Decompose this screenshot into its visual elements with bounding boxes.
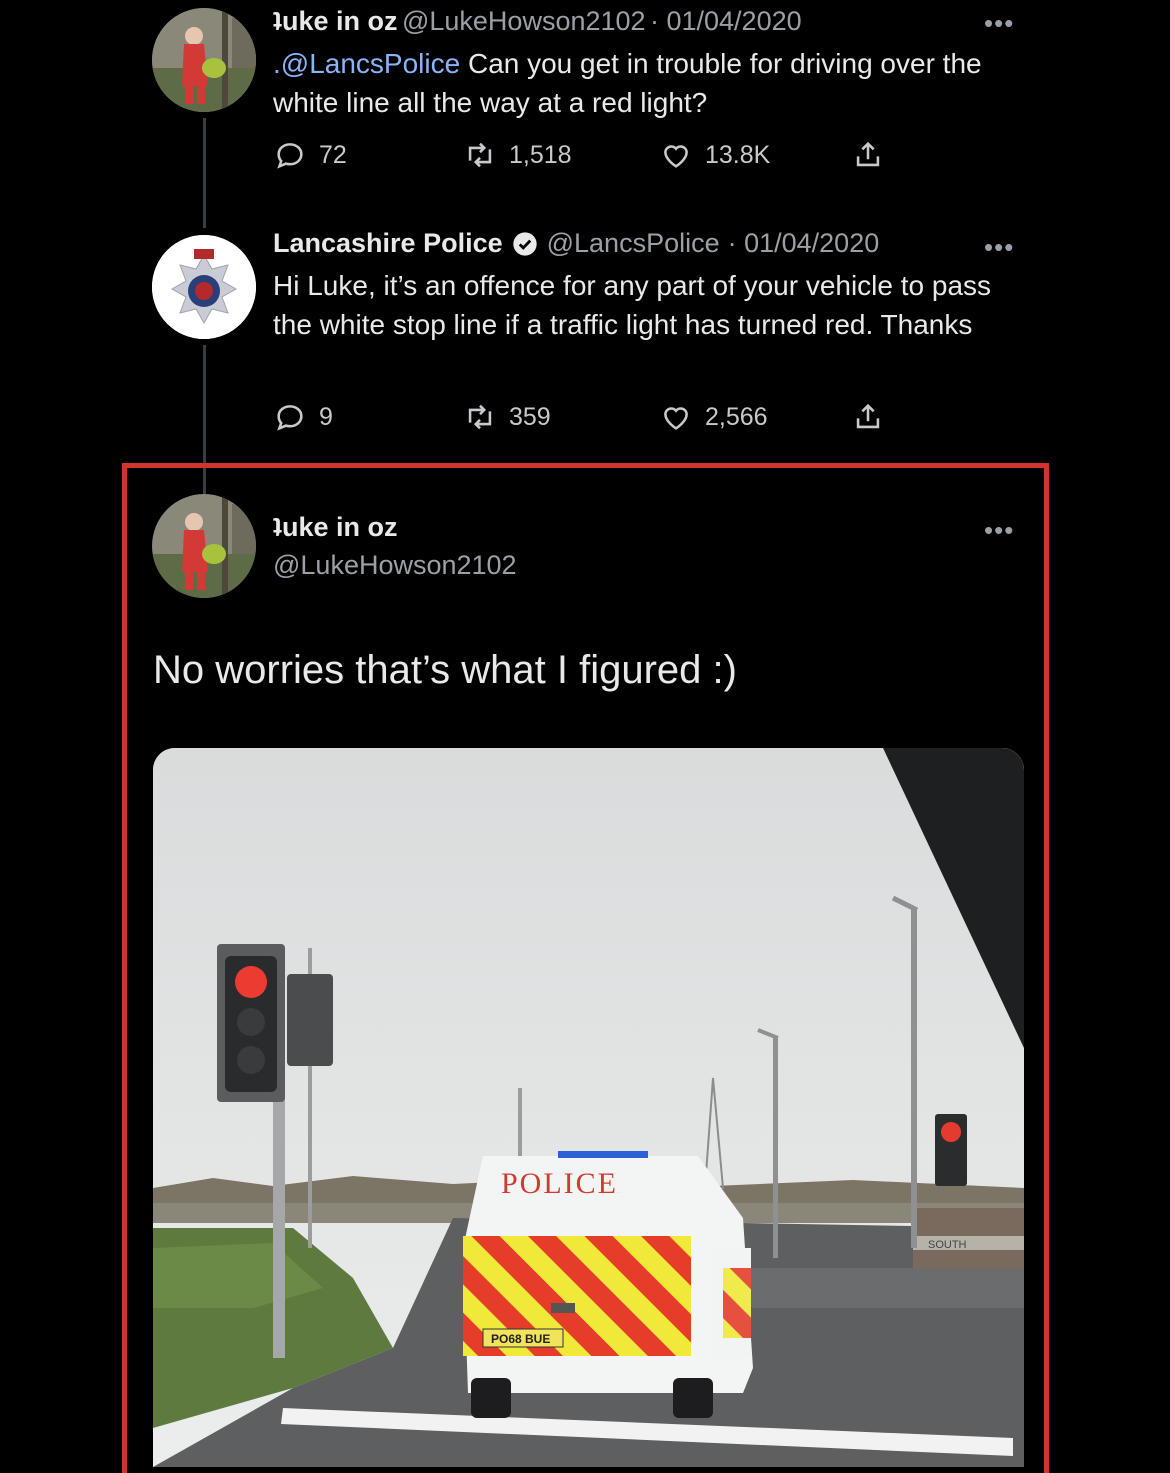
retweet-count: 1,518 [509, 140, 572, 169]
timestamp[interactable]: · 01/04/2020 [728, 228, 880, 259]
reply-button[interactable]: 9 [273, 400, 333, 434]
share-button[interactable] [851, 400, 885, 434]
retweet-icon [468, 142, 492, 168]
tweet-actions: 72 1,518 13.8K [273, 138, 913, 178]
retweet-icon [468, 404, 492, 430]
like-button[interactable]: 2,566 [659, 400, 768, 434]
tweet-text: Hi Luke, it’s an offence for any part of… [273, 270, 992, 340]
share-button[interactable] [851, 138, 885, 172]
share-icon [856, 141, 880, 167]
avatar[interactable] [152, 494, 256, 598]
tweet-text: .@LancsPolice Can you get in trouble for… [273, 44, 1033, 122]
van-label: POLICE [501, 1167, 618, 1200]
police-van-photo: SOUTH PO68 BUE POLICE [153, 748, 1024, 1467]
police-badge-icon [152, 235, 256, 339]
tweet-text: No worries that’s what I figured :) [153, 648, 737, 692]
reply-icon [277, 143, 303, 169]
retweet-button[interactable]: 359 [463, 400, 551, 434]
reply-count: 72 [319, 140, 347, 169]
avatar[interactable] [152, 235, 256, 339]
avatar[interactable] [152, 8, 256, 112]
tweet-actions: 9 359 2,566 [273, 400, 913, 440]
timestamp[interactable]: · 01/04/2020 [650, 6, 802, 36]
display-name[interactable]: ʇuke in oz [273, 512, 398, 543]
handle[interactable]: @LancsPolice [547, 228, 720, 259]
retweet-button[interactable]: 1,518 [463, 138, 572, 172]
heart-icon [664, 407, 688, 430]
display-name[interactable]: ʇuke in oz [273, 6, 398, 36]
reply-button[interactable]: 72 [273, 138, 347, 172]
reply-count: 9 [319, 402, 333, 431]
license-plate: PO68 BUE [491, 1332, 550, 1346]
handle[interactable]: @LukeHowson2102 [273, 550, 517, 581]
retweet-count: 359 [509, 402, 551, 431]
like-count: 13.8K [705, 140, 771, 169]
more-options-button[interactable]: ••• [984, 8, 1014, 39]
more-options-button[interactable]: ••• [984, 232, 1014, 263]
thread-line [203, 118, 206, 228]
road-sign-text: SOUTH [928, 1239, 967, 1251]
reply-icon [277, 405, 303, 431]
like-count: 2,566 [705, 402, 768, 431]
share-icon [856, 403, 880, 429]
mention-link[interactable]: .@LancsPolice [273, 48, 460, 79]
display-name[interactable]: Lancashire Police [273, 228, 503, 259]
handle[interactable]: @LukeHowson2102 [402, 6, 646, 36]
verified-badge-icon [512, 231, 537, 256]
heart-icon [664, 145, 688, 168]
more-options-button[interactable]: ••• [984, 515, 1014, 546]
tweet-photo[interactable]: SOUTH PO68 BUE POLICE [153, 748, 1024, 1467]
like-button[interactable]: 13.8K [659, 138, 770, 172]
